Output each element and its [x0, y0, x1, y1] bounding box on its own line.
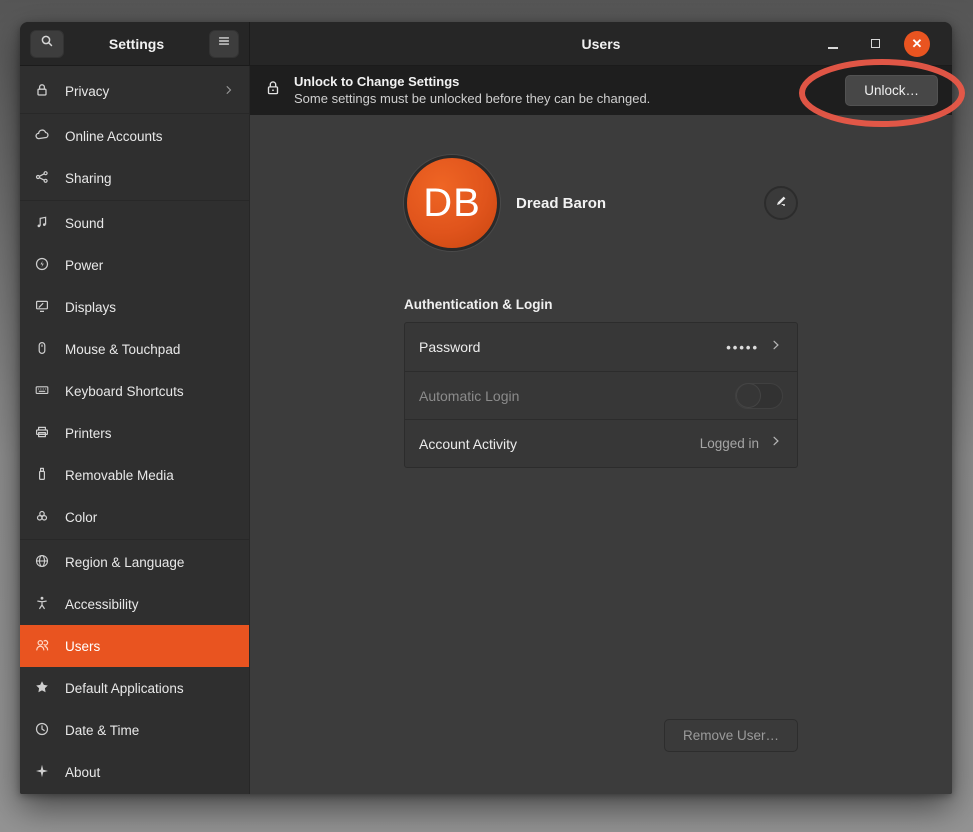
sidebar-separator — [20, 200, 249, 201]
music-note-icon — [34, 214, 50, 233]
account-activity-row[interactable]: Account Activity Logged in — [405, 419, 797, 467]
password-value: ••••• — [726, 340, 759, 355]
sidebar-item-default-applications[interactable]: Default Applications — [20, 667, 249, 709]
sidebar-item-color[interactable]: Color — [20, 496, 249, 538]
sidebar-item-privacy[interactable]: Privacy — [20, 70, 249, 112]
color-icon — [34, 508, 50, 527]
remove-user-button[interactable]: Remove User… — [664, 719, 798, 752]
sidebar-item-printers[interactable]: Printers — [20, 412, 249, 454]
sidebar-item-label: Printers — [65, 426, 235, 441]
star-icon — [34, 679, 50, 698]
avatar[interactable]: DB — [404, 155, 500, 251]
sidebar-item-online-accounts[interactable]: Online Accounts — [20, 115, 249, 157]
auth-list: Password ••••• Automatic Login Account A… — [404, 322, 798, 468]
sidebar-item-mouse-touchpad[interactable]: Mouse & Touchpad — [20, 328, 249, 370]
sidebar-item-about[interactable]: About — [20, 751, 249, 793]
sidebar-item-label: About — [65, 765, 235, 780]
menu-button[interactable] — [209, 30, 239, 58]
sidebar-item-label: Date & Time — [65, 723, 235, 738]
chevron-right-icon — [223, 84, 235, 99]
automatic-login-toggle[interactable] — [735, 383, 783, 409]
user-row: DB Dread Baron — [404, 155, 798, 251]
minimize-icon — [828, 47, 838, 49]
search-icon — [39, 33, 55, 54]
sidebar-item-label: Region & Language — [65, 555, 235, 570]
settings-window: Settings Users ✕ Privacy Online Accounts… — [20, 22, 952, 794]
sidebar-item-label: Displays — [65, 300, 235, 315]
search-button[interactable] — [30, 30, 64, 58]
sidebar-item-keyboard-shortcuts[interactable]: Keyboard Shortcuts — [20, 370, 249, 412]
unlock-banner-subtitle: Some settings must be unlocked before th… — [294, 91, 833, 108]
hamburger-icon — [217, 34, 231, 53]
sidebar-item-label: Default Applications — [65, 681, 235, 696]
page-title: Users — [250, 36, 952, 52]
users-icon — [34, 637, 50, 656]
user-name: Dread Baron — [516, 195, 606, 212]
edit-name-button[interactable] — [764, 186, 798, 220]
sidebar-item-label: Keyboard Shortcuts — [65, 384, 235, 399]
sidebar-item-label: Online Accounts — [65, 129, 235, 144]
auth-section-title: Authentication & Login — [404, 297, 798, 312]
pencil-icon — [774, 193, 789, 213]
sidebar-headerbar: Settings — [20, 22, 250, 66]
sidebar-item-label: Sharing — [65, 171, 235, 186]
lock-icon — [264, 79, 282, 102]
cloud-icon — [34, 127, 50, 146]
unlock-button[interactable]: Unlock… — [845, 75, 938, 106]
unlock-banner-text: Unlock to Change Settings Some settings … — [294, 74, 833, 108]
clock-icon — [34, 721, 50, 740]
sidebar-separator — [20, 539, 249, 540]
display-icon — [34, 298, 50, 317]
sidebar-item-sharing[interactable]: Sharing — [20, 157, 249, 199]
keyboard-icon — [34, 382, 50, 401]
app-title: Settings — [72, 36, 201, 52]
main-headerbar: Users ✕ — [250, 22, 952, 66]
sidebar-item-label: Power — [65, 258, 235, 273]
accessibility-icon — [34, 595, 50, 614]
password-label: Password — [419, 339, 716, 355]
share-icon — [34, 169, 50, 188]
sidebar-item-label: Mouse & Touchpad — [65, 342, 235, 357]
sidebar-item-label: Users — [65, 639, 235, 654]
globe-icon — [34, 553, 50, 572]
toggle-knob — [736, 383, 761, 408]
sidebar-item-date-time[interactable]: Date & Time — [20, 709, 249, 751]
mouse-icon — [34, 340, 50, 359]
chevron-right-icon — [769, 338, 783, 357]
maximize-icon — [871, 39, 880, 48]
account-activity-value: Logged in — [700, 436, 759, 451]
sidebar-item-power[interactable]: Power — [20, 244, 249, 286]
chevron-right-icon — [769, 434, 783, 453]
minimize-button[interactable] — [820, 31, 846, 57]
usb-drive-icon — [34, 466, 50, 485]
sidebar-item-users[interactable]: Users — [20, 625, 249, 667]
spacer — [404, 468, 798, 719]
sidebar-item-label: Color — [65, 510, 235, 525]
sidebar-item-label: Privacy — [65, 84, 208, 99]
unlock-banner-title: Unlock to Change Settings — [294, 74, 833, 91]
power-icon — [34, 256, 50, 275]
lock-icon — [34, 82, 50, 101]
maximize-button[interactable] — [862, 31, 888, 57]
sidebar-item-displays[interactable]: Displays — [20, 286, 249, 328]
sidebar-item-accessibility[interactable]: Accessibility — [20, 583, 249, 625]
printer-icon — [34, 424, 50, 443]
automatic-login-label: Automatic Login — [419, 388, 725, 404]
automatic-login-row: Automatic Login — [405, 371, 797, 419]
sidebar-item-sound[interactable]: Sound — [20, 202, 249, 244]
sidebar-item-label: Sound — [65, 216, 235, 231]
close-button[interactable]: ✕ — [904, 31, 930, 57]
sidebar-item-region-language[interactable]: Region & Language — [20, 541, 249, 583]
sidebar-separator — [20, 113, 249, 114]
sidebar: Privacy Online Accounts Sharing Sound Po… — [20, 66, 250, 794]
unlock-banner: Unlock to Change Settings Some settings … — [250, 66, 952, 115]
account-activity-label: Account Activity — [419, 436, 690, 452]
main-panel: Unlock to Change Settings Some settings … — [250, 66, 952, 794]
sidebar-item-removable-media[interactable]: Removable Media — [20, 454, 249, 496]
sidebar-item-label: Removable Media — [65, 468, 235, 483]
password-row[interactable]: Password ••••• — [405, 323, 797, 371]
sidebar-item-label: Accessibility — [65, 597, 235, 612]
users-content: DB Dread Baron Authentication & Login Pa… — [250, 115, 952, 794]
sparkle-icon — [34, 763, 50, 782]
